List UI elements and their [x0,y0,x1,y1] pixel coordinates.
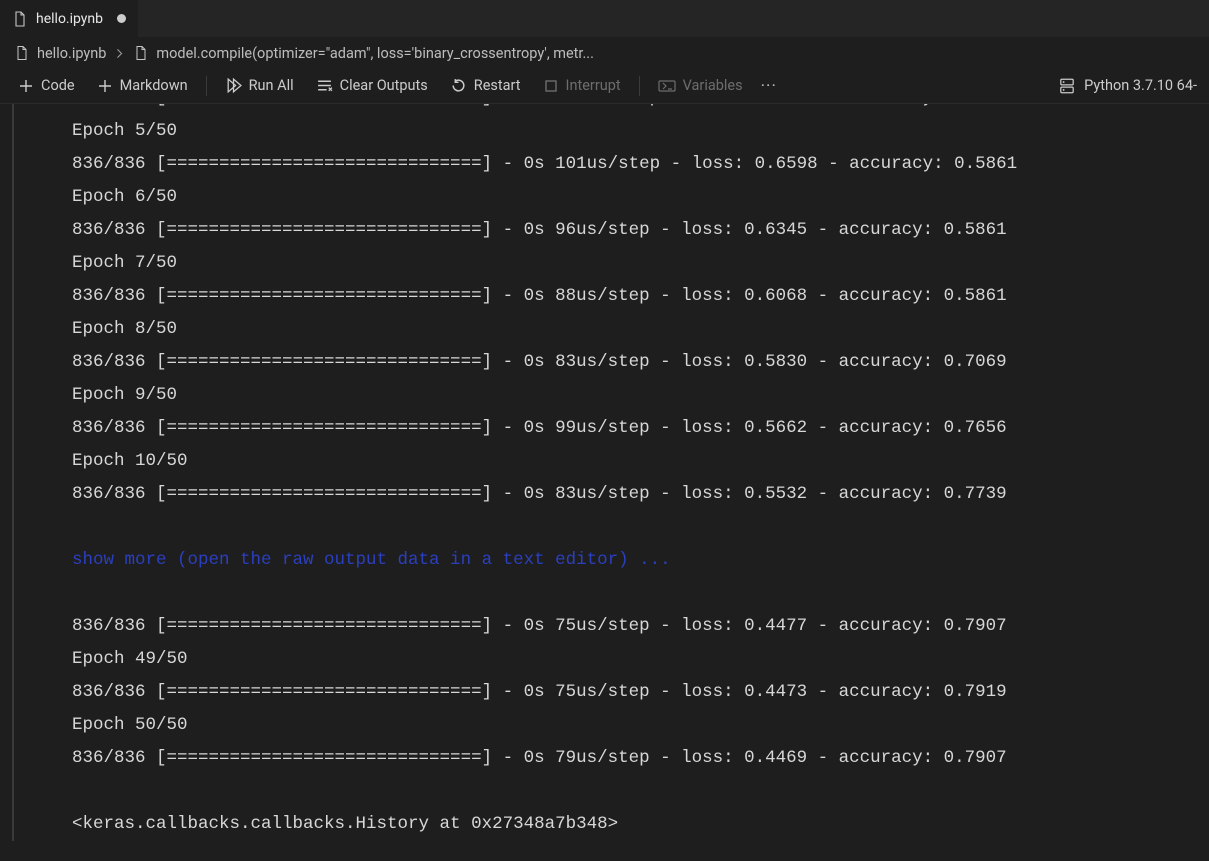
add-markdown-label: Markdown [120,77,188,94]
more-actions-button[interactable]: ··· [755,72,783,100]
interrupt-label: Interrupt [566,77,621,94]
run-all-label: Run All [249,77,294,94]
notebook-toolbar: Code Markdown Run All Clear Outputs Rest… [0,68,1209,104]
breadcrumb-file-label: hello.ipynb [37,45,106,62]
kernel-picker-button[interactable]: Python 3.7.10 64- [1058,77,1201,95]
breadcrumb: hello.ipynb model.compile(optimizer="ada… [0,38,1209,68]
run-all-button[interactable]: Run All [215,73,304,98]
tab-filename: hello.ipynb [36,11,103,27]
tab-hello-ipynb[interactable]: hello.ipynb [0,0,139,37]
add-markdown-cell-button[interactable]: Markdown [87,73,198,98]
interrupt-button[interactable]: Interrupt [533,73,631,98]
add-code-cell-button[interactable]: Code [8,73,85,98]
interrupt-icon [543,78,559,94]
toolbar-separator [206,76,207,96]
variables-button[interactable]: Variables [648,73,753,98]
clear-outputs-button[interactable]: Clear Outputs [306,73,438,98]
restart-icon [450,77,467,94]
restart-button[interactable]: Restart [440,73,531,98]
breadcrumb-cell-label: model.compile(optimizer="adam", loss='bi… [156,45,594,62]
add-code-label: Code [41,77,75,94]
output-gutter: 836/836 [==============================]… [12,104,1209,841]
dirty-indicator-icon [117,14,126,23]
file-icon [133,45,149,61]
tab-bar: hello.ipynb [0,0,1209,38]
file-icon [12,11,28,27]
plus-icon [97,78,113,94]
kernel-label: Python 3.7.10 64- [1084,77,1197,94]
server-icon [1058,77,1076,95]
chevron-right-icon [114,48,125,59]
breadcrumb-cell[interactable]: model.compile(optimizer="adam", loss='bi… [133,45,594,62]
file-icon [14,45,30,61]
clear-outputs-label: Clear Outputs [340,77,428,94]
variables-icon [658,78,676,94]
ellipsis-icon: ··· [761,76,777,96]
toolbar-separator [639,76,640,96]
plus-icon [18,78,34,94]
restart-label: Restart [474,77,521,94]
variables-label: Variables [683,77,743,94]
breadcrumb-file[interactable]: hello.ipynb [14,45,106,62]
show-more-link[interactable]: show more (open the raw output data in a… [72,550,671,570]
run-all-icon [225,77,242,94]
clear-outputs-icon [316,77,333,94]
output-text: 836/836 [==============================]… [14,104,1209,841]
cell-output: 836/836 [==============================]… [0,104,1209,861]
